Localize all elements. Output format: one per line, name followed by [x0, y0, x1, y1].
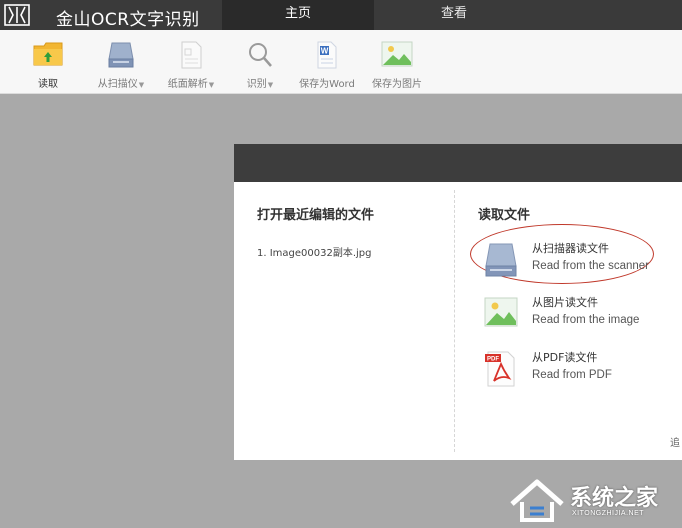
dialog-divider — [454, 190, 455, 452]
page-analysis-label: 纸面解析▼ — [167, 79, 215, 90]
read-from-scanner-subtitle: Read from the scanner — [532, 260, 649, 272]
magnifier-icon — [247, 41, 273, 74]
open-file-dialog: 打开最近编辑的文件 1. Image00032副本.jpg 读取文件 从扫描器读… — [234, 144, 682, 460]
read-from-image-option[interactable]: 从图片读文件 Read from the image — [484, 294, 674, 338]
save-as-image-label: 保存为图片 — [372, 79, 422, 90]
recent-files-title: 打开最近编辑的文件 — [257, 208, 375, 223]
read-from-pdf-subtitle: Read from PDF — [532, 369, 612, 381]
pdf-icon: PDF — [484, 351, 518, 392]
page-analysis-button[interactable]: 纸面解析▼ — [164, 38, 218, 92]
recent-file-item[interactable]: 1. Image00032副本.jpg — [257, 244, 372, 259]
dialog-header — [234, 144, 682, 182]
read-from-pdf-option[interactable]: PDF 从PDF读文件 Read from PDF — [484, 349, 674, 393]
save-as-word-button[interactable]: W 保存为Word — [298, 38, 356, 92]
read-label: 读取 — [38, 79, 58, 90]
scanner-icon — [484, 242, 518, 283]
svg-text:W: W — [321, 47, 329, 56]
read-from-scanner-option[interactable]: 从扫描器读文件 Read from the scanner — [484, 240, 674, 284]
read-from-image-title: 从图片读文件 — [532, 296, 598, 309]
ribbon-toolbar: 读取 从扫描仪▼ 纸面解析▼ 识别▼ W 保存为Word 保存为图片 — [0, 30, 682, 94]
tab-view[interactable]: 查看 — [378, 0, 530, 30]
read-file-title: 读取文件 — [478, 208, 531, 223]
recognize-button[interactable]: 识别▼ — [240, 38, 280, 92]
save-as-image-button[interactable]: 保存为图片 — [370, 38, 424, 92]
svg-text:PDF: PDF — [487, 357, 499, 363]
scanner-icon — [106, 41, 136, 74]
tab-home[interactable]: 主页 — [222, 0, 374, 30]
clipped-text: 追 — [670, 438, 680, 449]
picture-icon — [484, 296, 518, 333]
from-scanner-button[interactable]: 从扫描仪▼ — [94, 38, 148, 92]
read-from-pdf-title: 从PDF读文件 — [532, 351, 598, 364]
app-logo-icon — [4, 3, 30, 27]
watermark: 系统之家 XITONGZHIJIA.NET — [508, 474, 682, 528]
watermark-url: XITONGZHIJIA.NET — [572, 510, 645, 517]
read-button[interactable]: 读取 — [30, 38, 66, 92]
read-from-image-subtitle: Read from the image — [532, 314, 640, 326]
app-title: 金山OCR文字识别 — [56, 10, 200, 30]
page-layout-icon — [178, 41, 204, 74]
from-scanner-label: 从扫描仪▼ — [97, 79, 145, 90]
recognize-label: 识别▼ — [246, 79, 274, 90]
house-logo-icon — [510, 479, 564, 522]
picture-icon — [381, 41, 413, 72]
folder-icon — [33, 41, 63, 72]
word-document-icon: W — [315, 41, 339, 74]
watermark-text: 系统之家 — [570, 486, 659, 511]
save-as-word-label: 保存为Word — [299, 79, 355, 90]
read-from-scanner-title: 从扫描器读文件 — [532, 242, 609, 255]
title-bar: 金山OCR文字识别 主页 查看 — [0, 0, 682, 30]
